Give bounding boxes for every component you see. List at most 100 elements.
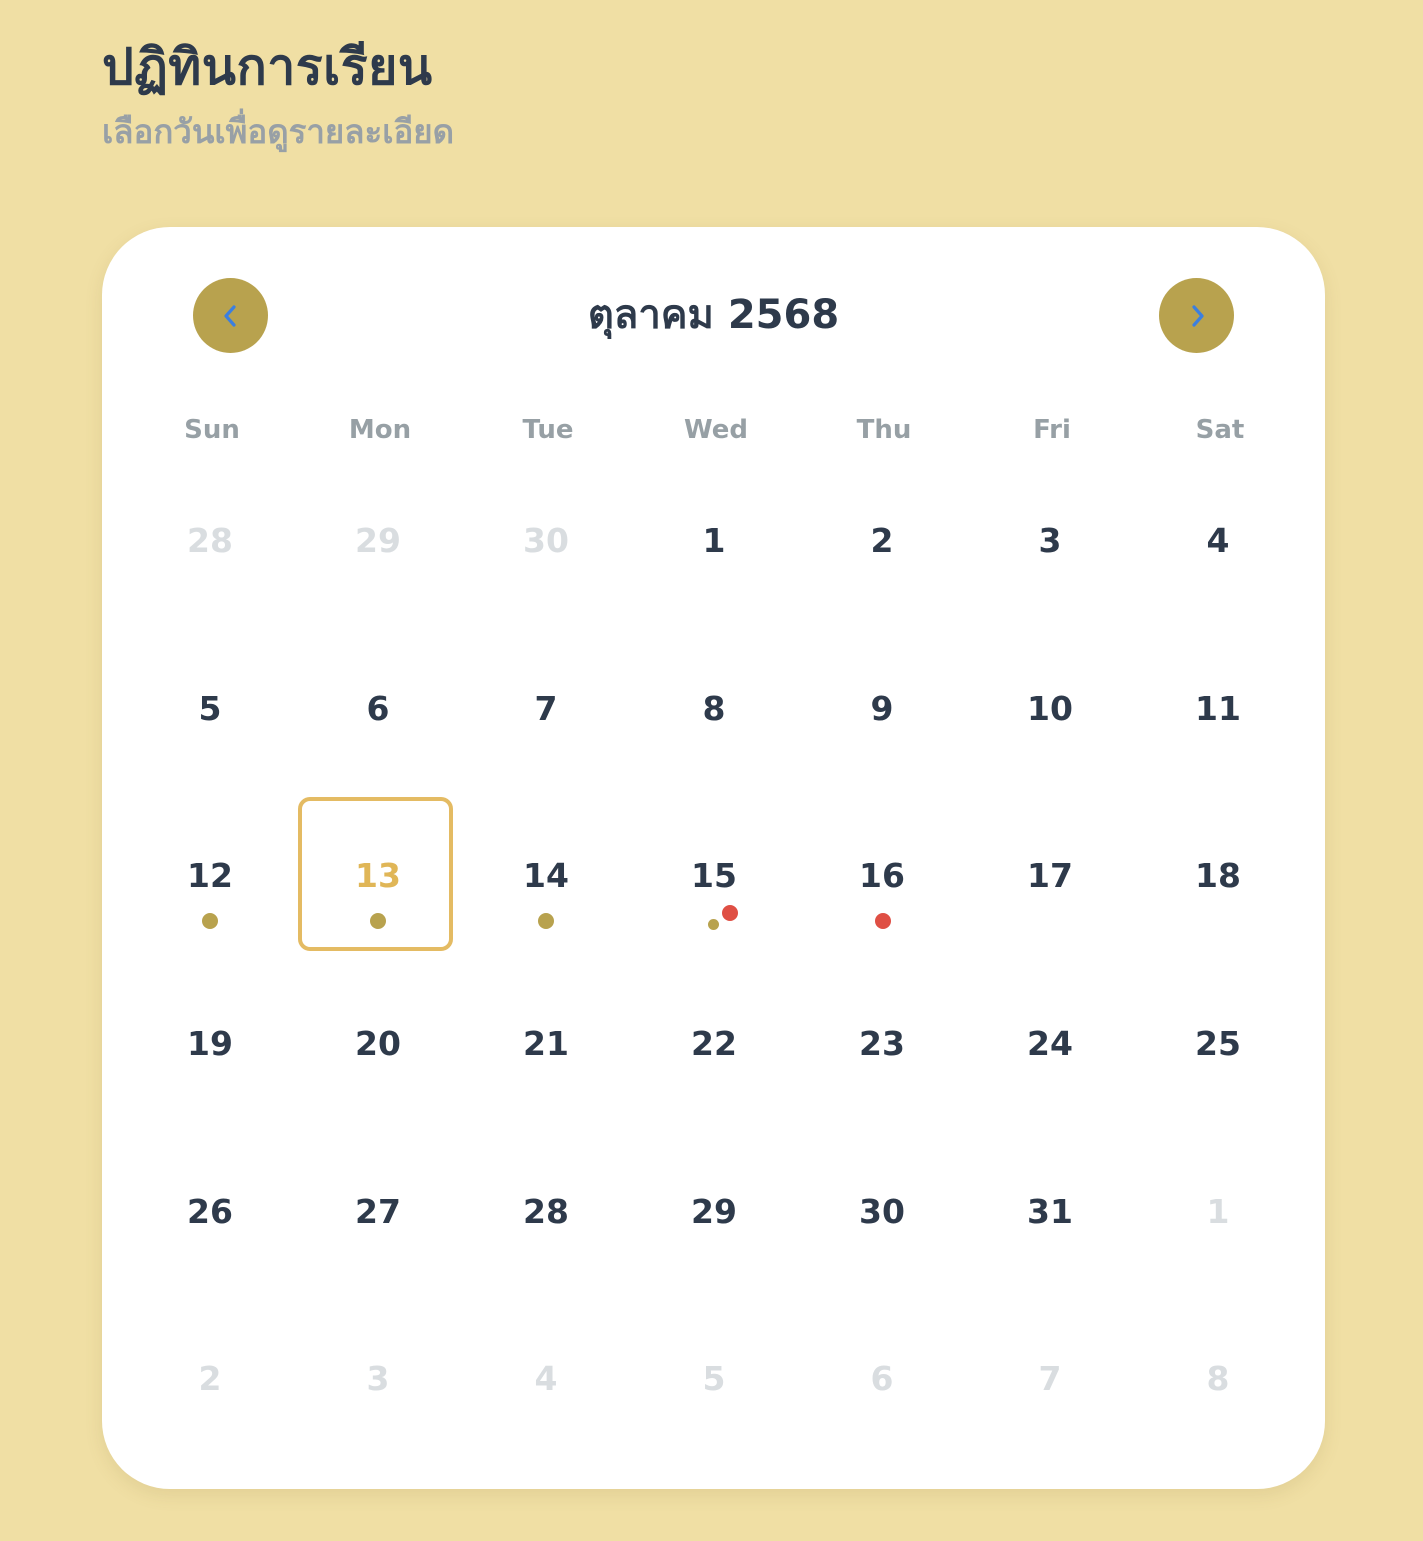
day-number: 7 [1038, 1359, 1062, 1399]
calendar-day[interactable]: 18 [1134, 793, 1302, 961]
day-number: 6 [366, 688, 390, 728]
calendar-day[interactable]: 5 [126, 626, 294, 794]
calendar-day[interactable]: 7 [462, 626, 630, 794]
day-number: 18 [1195, 856, 1241, 896]
day-number: 1 [1206, 1191, 1230, 1231]
day-number: 24 [1027, 1024, 1073, 1064]
calendar-day[interactable]: 15 [630, 793, 798, 961]
day-number: 23 [859, 1024, 905, 1064]
event-dot-red [875, 913, 891, 930]
calendar-day-outside-month[interactable]: 1 [1134, 1129, 1302, 1297]
calendar-day[interactable]: 21 [462, 961, 630, 1129]
calendar-day-outside-month[interactable]: 6 [798, 1296, 966, 1464]
day-number: 1 [702, 521, 726, 560]
day-number: 20 [355, 1024, 401, 1064]
calendar-day[interactable]: 14 [462, 793, 630, 961]
day-number: 9 [870, 688, 894, 728]
day-number: 10 [1027, 688, 1073, 728]
calendar-day-outside-month[interactable]: 4 [462, 1296, 630, 1464]
calendar-day[interactable]: 26 [126, 1129, 294, 1297]
day-number: 5 [198, 688, 222, 728]
month-title: ตุลาคม 2568 [587, 292, 840, 338]
calendar-day-outside-month[interactable]: 29 [294, 458, 462, 626]
day-number: 25 [1195, 1024, 1241, 1064]
calendar-day[interactable]: 24 [966, 961, 1134, 1129]
weekday-label: Tue [522, 415, 574, 445]
calendar-day[interactable]: 29 [630, 1129, 798, 1297]
calendar-day[interactable]: 2 [798, 458, 966, 626]
day-number: 28 [523, 1191, 569, 1231]
weekday-label: Fri [1033, 415, 1071, 445]
weekday-label: Sun [184, 415, 240, 445]
day-number: 29 [355, 521, 401, 560]
calendar-day-outside-month[interactable]: 3 [294, 1296, 462, 1464]
day-number: 26 [187, 1191, 233, 1231]
calendar-day[interactable]: 9 [798, 626, 966, 794]
weekday-header-row: Sun Mon Tue Wed Thu Fri Sat [128, 410, 1304, 450]
day-number: 4 [534, 1359, 558, 1399]
calendar-day-outside-month[interactable]: 30 [462, 458, 630, 626]
calendar-day[interactable]: 31 [966, 1129, 1134, 1297]
calendar-day[interactable]: 10 [966, 626, 1134, 794]
next-month-button[interactable] [1159, 278, 1234, 353]
day-number: 6 [870, 1359, 894, 1399]
calendar-day-outside-month[interactable]: 8 [1134, 1296, 1302, 1464]
calendar-day[interactable]: 3 [966, 458, 1134, 626]
calendar-card: ตุลาคม 2568 Sun Mon Tue Wed Thu Fri Sat 28 29 30… [102, 227, 1325, 1489]
calendar-day-outside-month[interactable]: 2 [126, 1296, 294, 1464]
day-number: 15 [691, 856, 737, 896]
day-number: 16 [859, 856, 905, 896]
day-number: 4 [1206, 521, 1230, 560]
day-number: 17 [1027, 856, 1073, 896]
day-number: 27 [355, 1191, 401, 1231]
calendar-day[interactable]: 1 [630, 458, 798, 626]
calendar-day[interactable]: 4 [1134, 458, 1302, 626]
day-number: 31 [1027, 1191, 1073, 1231]
calendar-day[interactable]: 16 [798, 793, 966, 961]
calendar-day-outside-month[interactable]: 7 [966, 1296, 1134, 1464]
day-number: 30 [859, 1191, 905, 1231]
day-number: 14 [523, 856, 569, 896]
calendar-day-outside-month[interactable]: 28 [126, 458, 294, 626]
event-dot-gold [370, 913, 386, 930]
day-number: 3 [1038, 521, 1062, 560]
calendar-day-outside-month[interactable]: 5 [630, 1296, 798, 1464]
day-number: 12 [187, 856, 233, 896]
day-number: 5 [702, 1359, 726, 1399]
calendar-day[interactable]: 12 [126, 793, 294, 961]
calendar-day[interactable]: 28 [462, 1129, 630, 1297]
calendar-day[interactable]: 23 [798, 961, 966, 1129]
event-dot-gold [708, 919, 719, 931]
day-number: 19 [187, 1024, 233, 1064]
page-title: ปฏิทินการเรียน [102, 38, 433, 96]
calendar-day-selected[interactable]: 13 [294, 793, 462, 961]
day-number: 11 [1195, 688, 1241, 728]
event-dot-red [722, 905, 738, 922]
weekday-label: Thu [856, 415, 912, 445]
day-number: 2 [870, 521, 894, 560]
calendar-day[interactable]: 17 [966, 793, 1134, 961]
weekday-label: Sat [1195, 415, 1245, 445]
calendar-day[interactable]: 8 [630, 626, 798, 794]
calendar-day[interactable]: 6 [294, 626, 462, 794]
page-subtitle: เลือกวันเพื่อดูรายละเอียด [102, 112, 455, 151]
calendar-day[interactable]: 11 [1134, 626, 1302, 794]
calendar-day-grid: 28 29 30 1 2 3 4 5 6 7 8 9 10 11 12 13 14 15 16 17 18 19 20 21 2… [126, 458, 1302, 1464]
calendar-day[interactable]: 27 [294, 1129, 462, 1297]
weekday-label: Wed [684, 415, 748, 445]
calendar-day[interactable]: 22 [630, 961, 798, 1129]
event-dot-gold [538, 913, 554, 930]
calendar-day[interactable]: 30 [798, 1129, 966, 1297]
day-number: 8 [1206, 1359, 1230, 1399]
calendar-day[interactable]: 25 [1134, 961, 1302, 1129]
calendar-day[interactable]: 20 [294, 961, 462, 1129]
calendar-day[interactable]: 19 [126, 961, 294, 1129]
weekday-label: Mon [348, 415, 412, 445]
event-dot-gold [202, 913, 218, 930]
day-number: 3 [366, 1359, 390, 1399]
page-header: ปฏิทินการเรียน เลือกวันเพื่อดูรายละเอียด [102, 34, 454, 156]
day-number: 21 [523, 1024, 569, 1064]
day-number: 13 [355, 856, 401, 896]
day-number: 29 [691, 1191, 737, 1231]
day-number: 8 [702, 688, 726, 728]
